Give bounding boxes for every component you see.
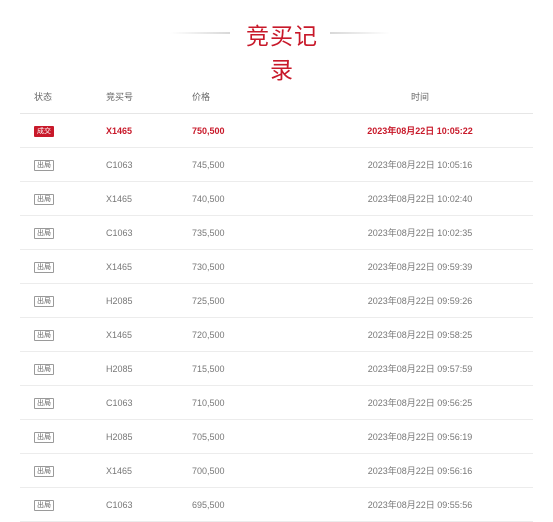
time-cell: 2023年08月22日 09:55:56	[307, 487, 533, 522]
bid-record-table: 状态 竞买号 价格 时间 成交 X1465 750,500 2023年08月22日 1…	[20, 79, 533, 522]
status-cell: 出局	[20, 385, 106, 420]
status-badge: 出局	[34, 227, 54, 239]
table-row: 出局 C1063 695,500 2023年08月22日 09:55:56	[20, 487, 533, 522]
status-cell: 出局	[20, 147, 106, 182]
time-cell: 2023年08月22日 09:56:25	[307, 385, 533, 420]
time-cell: 2023年08月22日 09:59:39	[307, 249, 533, 284]
bidder-number-cell: C1063	[106, 147, 186, 182]
time-cell: 2023年08月22日 10:05:22	[307, 113, 533, 148]
status-cell: 出局	[20, 453, 106, 488]
status-badge: 出局	[34, 397, 54, 409]
bidder-number-cell: X1465	[106, 181, 186, 216]
bidder-number-cell: C1063	[106, 487, 186, 522]
price-cell: 715,500	[186, 351, 307, 386]
time-cell: 2023年08月22日 09:57:59	[307, 351, 533, 386]
table-row: 出局 C1063 745,500 2023年08月22日 10:05:16	[20, 147, 533, 182]
time-cell: 2023年08月22日 09:56:16	[307, 453, 533, 488]
title-bar: 竞买记录	[0, 0, 553, 83]
time-cell: 2023年08月22日 10:02:40	[307, 181, 533, 216]
price-cell: 735,500	[186, 215, 307, 250]
status-badge: 出局	[34, 159, 54, 171]
table-row: 出局 H2085 715,500 2023年08月22日 09:57:59	[20, 351, 533, 386]
status-badge: 出局	[34, 329, 54, 341]
table-row: 出局 C1063 710,500 2023年08月22日 09:56:25	[20, 385, 533, 420]
table-body: 成交 X1465 750,500 2023年08月22日 10:05:22 出局 C106…	[20, 113, 533, 522]
bidder-number-cell: H2085	[106, 419, 186, 454]
bidder-number-cell: H2085	[106, 283, 186, 318]
status-cell: 出局	[20, 351, 106, 386]
bidder-number-cell: C1063	[106, 215, 186, 250]
table-row: 出局 X1465 730,500 2023年08月22日 09:59:39	[20, 249, 533, 284]
price-cell: 695,500	[186, 487, 307, 522]
table-row: 出局 C1063 735,500 2023年08月22日 10:02:35	[20, 215, 533, 250]
status-badge: 成交	[34, 125, 54, 137]
price-cell: 740,500	[186, 181, 307, 216]
status-cell: 出局	[20, 249, 106, 284]
column-header-price: 价格	[186, 79, 307, 114]
table-row: 出局 X1465 740,500 2023年08月22日 10:02:40	[20, 181, 533, 216]
table-row: 出局 X1465 700,500 2023年08月22日 09:56:16	[20, 453, 533, 488]
time-cell: 2023年08月22日 10:02:35	[307, 215, 533, 250]
bidder-number-cell: C1063	[106, 385, 186, 420]
column-header-bidder: 竞买号	[106, 79, 186, 114]
table-header-row: 状态 竞买号 价格 时间	[20, 79, 533, 114]
status-badge: 出局	[34, 499, 54, 511]
column-header-status: 状态	[20, 79, 106, 114]
column-header-time: 时间	[307, 79, 533, 114]
status-badge: 出局	[34, 465, 54, 477]
status-cell: 成交	[20, 113, 106, 148]
price-cell: 710,500	[186, 385, 307, 420]
price-cell: 720,500	[186, 317, 307, 352]
status-cell: 出局	[20, 487, 106, 522]
table-row: 出局 X1465 720,500 2023年08月22日 09:58:25	[20, 317, 533, 352]
status-cell: 出局	[20, 317, 106, 352]
time-cell: 2023年08月22日 10:05:16	[307, 147, 533, 182]
status-cell: 出局	[20, 283, 106, 318]
time-cell: 2023年08月22日 09:58:25	[307, 317, 533, 352]
status-badge: 出局	[34, 295, 54, 307]
status-badge: 出局	[34, 431, 54, 443]
page-title: 竞买记录	[246, 23, 318, 83]
price-cell: 745,500	[186, 147, 307, 182]
status-cell: 出局	[20, 181, 106, 216]
price-cell: 700,500	[186, 453, 307, 488]
time-cell: 2023年08月22日 09:56:19	[307, 419, 533, 454]
price-cell: 725,500	[186, 283, 307, 318]
status-badge: 出局	[34, 193, 54, 205]
bidder-number-cell: H2085	[106, 351, 186, 386]
status-badge: 出局	[34, 261, 54, 273]
table-row: 成交 X1465 750,500 2023年08月22日 10:05:22	[20, 113, 533, 148]
price-cell: 730,500	[186, 249, 307, 284]
bidder-number-cell: X1465	[106, 453, 186, 488]
title-divider-right	[330, 32, 390, 34]
table-row: 出局 H2085 705,500 2023年08月22日 09:56:19	[20, 419, 533, 454]
bidder-number-cell: X1465	[106, 113, 186, 148]
title-divider-left	[170, 32, 230, 34]
price-cell: 750,500	[186, 113, 307, 148]
bidder-number-cell: X1465	[106, 249, 186, 284]
bidder-number-cell: X1465	[106, 317, 186, 352]
time-cell: 2023年08月22日 09:59:26	[307, 283, 533, 318]
status-cell: 出局	[20, 419, 106, 454]
price-cell: 705,500	[186, 419, 307, 454]
status-cell: 出局	[20, 215, 106, 250]
status-badge: 出局	[34, 363, 54, 375]
table-row: 出局 H2085 725,500 2023年08月22日 09:59:26	[20, 283, 533, 318]
